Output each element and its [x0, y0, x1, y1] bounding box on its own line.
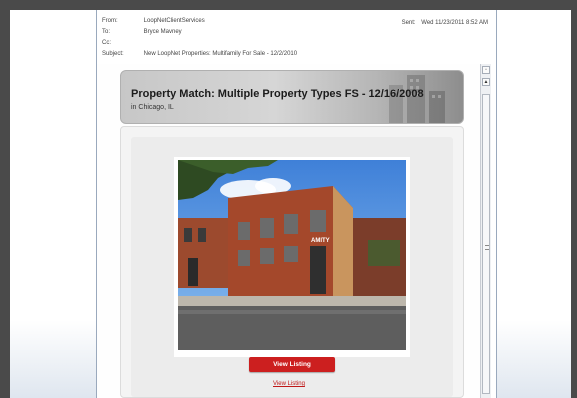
scroll-up-icon[interactable]: ▲ [482, 78, 490, 86]
vertical-scrollbar[interactable]: ▫ ▲ [480, 64, 491, 398]
from-row: From: LoopNetClientServices [102, 18, 205, 24]
listing-title: Property Match: Multiple Property Types … [131, 88, 424, 100]
subject-row: Subject: New LoopNet Properties: Multifa… [102, 51, 297, 57]
sent-value: Wed 11/23/2011 8:52 AM [421, 20, 488, 26]
property-photo[interactable]: AMITY [174, 157, 410, 357]
to-value[interactable]: Bryce Mavney [144, 29, 182, 35]
view-listing-button-main[interactable]: View Listing [249, 357, 335, 372]
from-label: From: [102, 18, 118, 24]
cc-row: Cc: [102, 40, 142, 46]
left-background [10, 10, 96, 398]
message-body: Property Match: Multiple Property Types … [97, 64, 480, 398]
building-sign: AMITY [311, 238, 330, 244]
window-frame-top [0, 0, 577, 10]
view-listing-link[interactable]: View Listing [273, 381, 305, 387]
sent-label: Sent: [401, 20, 416, 26]
cc-label: Cc: [102, 40, 111, 46]
subject-label: Subject: [102, 51, 124, 57]
to-row: To: Bryce Mavney [102, 29, 182, 35]
scroll-grip-icon [485, 245, 489, 250]
sent-row: Sent: Wed 11/23/2011 8:52 AM [402, 20, 488, 26]
scroll-top-icon[interactable]: ▫ [482, 66, 490, 74]
property-photo-image: AMITY [178, 160, 406, 350]
listing-location: in Chicago, IL [131, 104, 174, 111]
to-label: To: [102, 29, 111, 35]
listing-banner: Property Match: Multiple Property Types … [120, 70, 464, 124]
email-header: From: LoopNetClientServices To: Bryce Ma… [97, 10, 496, 64]
from-value[interactable]: LoopNetClientServices [144, 18, 205, 24]
window-frame-right [571, 0, 577, 398]
right-background [497, 10, 571, 398]
scroll-thumb[interactable] [482, 94, 490, 394]
subject-value: New LoopNet Properties: Multifamily For … [143, 51, 298, 57]
email-window: From: LoopNetClientServices To: Bryce Ma… [96, 10, 497, 398]
window-frame-left [0, 0, 10, 398]
